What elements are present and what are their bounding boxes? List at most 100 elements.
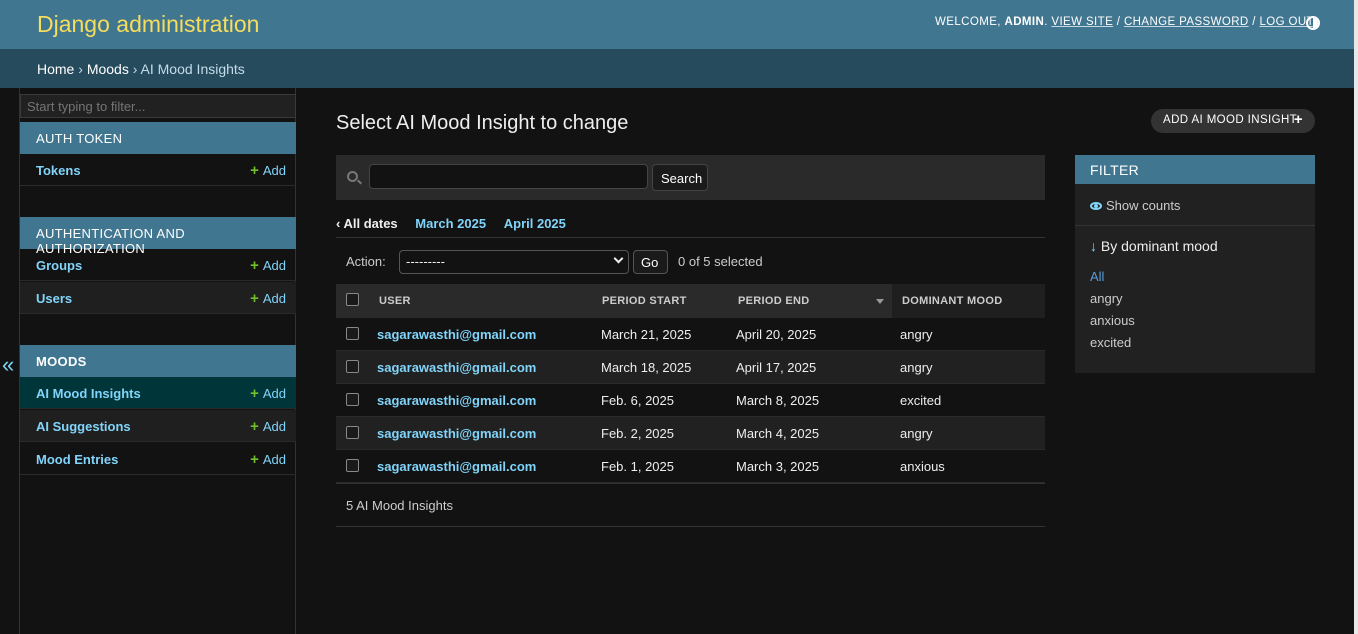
theme-toggle-icon[interactable] [1306,16,1320,30]
sidebar-item-ai-suggestions: AI Suggestions + Add [20,410,296,442]
sidebar-nav: AUTH TOKEN Tokens +Add AUTHENTICATION AN… [19,88,296,634]
date-link-march-2025[interactable]: March 2025 [415,216,486,231]
add-tokens-button[interactable]: + Add [250,162,286,179]
add-label: Add [262,419,286,434]
add-label: Add [262,163,286,178]
period-start: Feb. 2, 2025 [601,426,674,441]
period-start: Feb. 6, 2025 [601,393,674,408]
breadcrumb: Home › Moods › AI Mood Insights [0,49,1358,88]
breadcrumb-home[interactable]: Home [37,61,74,77]
breadcrumb-separator: › [132,61,138,77]
user-link[interactable]: sagarawasthi@gmail.com [377,459,536,474]
filter-option-all[interactable]: All [1090,269,1104,284]
selected-count: 0 of 5 selected [678,254,763,269]
row-checkbox[interactable] [346,393,359,406]
breadcrumb-moods[interactable]: Moods [87,61,129,77]
add-label: Add [262,386,286,401]
app-auth-token[interactable]: AUTH TOKEN [20,122,296,154]
filter-panel: FILTER Show counts ↓ By dominant mood Al… [1075,155,1315,373]
user-link[interactable]: sagarawasthi@gmail.com [377,426,536,441]
show-counts-label: Show counts [1106,198,1181,213]
plus-icon: + [250,162,259,179]
add-ai-mood-insight-button[interactable]: ADD AI MOOD INSIGHT + [1151,109,1315,133]
eye-icon [1090,202,1102,210]
filter-by-dominant-mood[interactable]: ↓ By dominant mood [1090,238,1218,254]
period-end: March 3, 2025 [736,459,820,474]
sidebar-item-ai-mood-insights: AI Mood Insights + Add [20,377,296,409]
sidebar-item-tokens: Tokens + Add [20,154,296,186]
site-brand[interactable]: Django administration [37,11,259,38]
divider [336,237,1045,238]
action-selected-value: --------- [406,254,445,269]
sidebar-item-users: Users + Add [20,282,296,314]
search-icon [347,171,358,182]
filter-option-excited[interactable]: excited [1090,335,1131,350]
search-toolbar: Search [336,155,1045,200]
filter-by-label: By dominant mood [1100,238,1218,254]
action-select[interactable]: --------- [399,250,629,274]
plus-icon: + [1293,111,1303,128]
username: ADMIN [1004,16,1045,28]
change-password-link[interactable]: CHANGE PASSWORD [1124,16,1249,28]
table-row: sagarawasthi@gmail.com Feb. 6, 2025 Marc… [336,384,1045,417]
table-header: USER PERIOD START PERIOD END DOMINANT MO… [336,284,1045,318]
show-counts-link[interactable]: Show counts [1090,198,1180,213]
plus-icon: + [250,385,259,402]
arrow-down-icon: ↓ [1090,238,1097,254]
sidebar-item-label[interactable]: Mood Entries [36,452,118,467]
chevron-down-icon [613,253,624,264]
add-users-button[interactable]: + Add [250,290,286,307]
user-link[interactable]: sagarawasthi@gmail.com [377,393,536,408]
plus-icon: + [250,257,259,274]
table-row: sagarawasthi@gmail.com March 21, 2025 Ap… [336,318,1045,351]
period-start: March 18, 2025 [601,360,692,375]
view-site-link[interactable]: VIEW SITE [1051,16,1113,28]
paginator: 5 AI Mood Insights [336,483,1045,527]
sidebar-item-label[interactable]: AI Suggestions [36,419,131,434]
app-moods[interactable]: MOODS [20,345,296,377]
add-mood-entries-button[interactable]: + Add [250,451,286,468]
table-row: sagarawasthi@gmail.com March 18, 2025 Ap… [336,351,1045,384]
go-button[interactable]: Go [633,250,668,274]
column-header-period-end[interactable]: PERIOD END [738,295,809,307]
search-input[interactable] [369,164,648,189]
column-header-period-start[interactable]: PERIOD START [602,295,687,307]
all-dates-link[interactable]: ‹ All dates [336,216,398,231]
period-end: April 20, 2025 [736,327,817,342]
period-end: March 8, 2025 [736,393,820,408]
date-hierarchy: ‹ All dates March 2025 April 2025 [336,216,566,231]
sort-descending-icon[interactable] [876,299,884,304]
row-checkbox[interactable] [346,327,359,340]
sidebar-item-groups: Groups + Add [20,249,296,281]
plus-icon: + [250,451,259,468]
user-link[interactable]: sagarawasthi@gmail.com [377,327,536,342]
search-button[interactable]: Search [652,164,708,191]
sidebar-item-label[interactable]: Tokens [36,163,81,178]
date-link-april-2025[interactable]: April 2025 [504,216,566,231]
app-authentication[interactable]: AUTHENTICATION AND AUTHORIZATION [20,217,296,256]
select-all-checkbox[interactable] [346,293,359,306]
dominant-mood: angry [900,360,933,375]
period-end: March 4, 2025 [736,426,820,441]
period-start: Feb. 1, 2025 [601,459,674,474]
collapse-sidebar-icon[interactable]: « [2,352,14,378]
period-end: April 17, 2025 [736,360,817,375]
filter-option-anxious[interactable]: anxious [1090,313,1135,328]
nav-filter-input[interactable] [20,94,296,118]
divider [1075,225,1315,226]
sidebar-item-label[interactable]: AI Mood Insights [36,386,141,401]
add-ai-suggestions-button[interactable]: + Add [250,418,286,435]
sidebar-item-label[interactable]: Users [36,291,72,306]
column-header-dominant-mood[interactable]: DOMINANT MOOD [902,295,1002,307]
sidebar-item-label[interactable]: Groups [36,258,82,273]
column-header-user[interactable]: USER [379,295,411,307]
row-checkbox[interactable] [346,426,359,439]
filter-option-angry[interactable]: angry [1090,291,1123,306]
add-ai-mood-insights-button[interactable]: + Add [250,385,286,402]
user-tools: WELCOME, ADMIN. VIEW SITE / CHANGE PASSW… [935,16,1314,28]
user-link[interactable]: sagarawasthi@gmail.com [377,360,536,375]
row-checkbox[interactable] [346,360,359,373]
plus-icon: + [250,290,259,307]
add-groups-button[interactable]: + Add [250,257,286,274]
row-checkbox[interactable] [346,459,359,472]
